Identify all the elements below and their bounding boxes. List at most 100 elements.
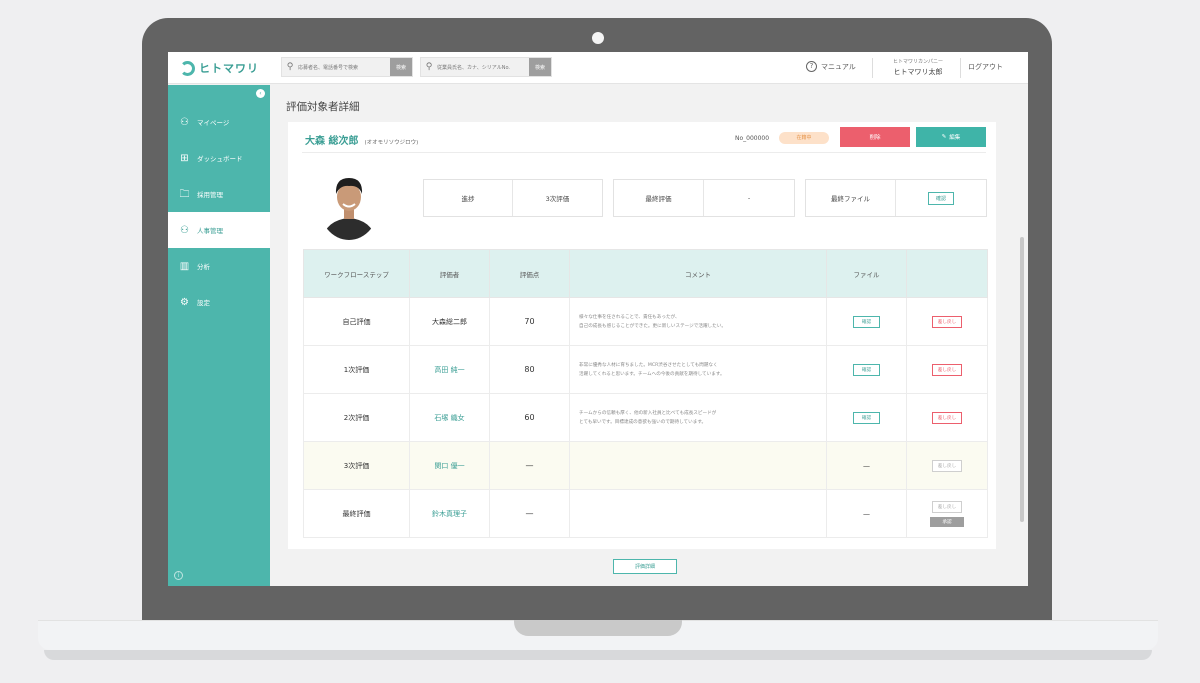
reviewer-link[interactable]: 鈴木真理子 (409, 489, 490, 538)
applicant-search-input[interactable]: 応募者名、電話番号で検索 (298, 64, 390, 71)
step-cell: 3次評価 (303, 441, 410, 490)
send-back-button: 差し戻し (931, 500, 963, 513)
col-header-step: ワークフローステップ (303, 249, 410, 298)
action-cell: 差し戻し 承認 (906, 489, 988, 538)
app-logo[interactable]: ヒトマワリ (180, 60, 259, 76)
comment-cell: 非常に優秀な人材に育ちました。MCR渋谷させたとしても問題なく 活躍してくれると… (569, 345, 827, 394)
col-header-score: 評価点 (489, 249, 570, 298)
score-cell: — (489, 489, 570, 538)
header-divider (960, 58, 961, 78)
file-cell: 確認 (826, 393, 907, 442)
file-cell: — (826, 441, 907, 490)
final-eval-value: - (747, 194, 751, 202)
file-confirm-button[interactable]: 確認 (852, 363, 881, 376)
company-name: ヒトマワリカンパニー (892, 59, 943, 65)
delete-button[interactable]: 削除 (840, 127, 910, 147)
info-icon[interactable]: i (174, 571, 183, 580)
employee-search-button[interactable]: 検索 (529, 58, 551, 76)
approve-button[interactable]: 承認 (930, 516, 964, 527)
col-header-file: ファイル (826, 249, 907, 298)
detail-card: 大森 総次郎 (オオモリソウジロウ) No_000000 在籍中 削除 ✎ 編集… (288, 122, 996, 549)
edit-label: 編集 (949, 135, 961, 141)
dashboard-icon: ⊞ (180, 152, 189, 164)
status-badge: 在籍中 (779, 132, 829, 144)
sidebar: ‹ ⚇ マイページ ⊞ ダッシュボード 🗀 採用管理 ⚇ 人事管理 ▥ 分析 ⚙… (168, 85, 270, 586)
sidebar-item-dashboard[interactable]: ⊞ ダッシュボード (168, 140, 270, 176)
search-icon: ⚲ (286, 62, 294, 72)
reviewer-link[interactable]: 関口 優一 (409, 441, 490, 490)
sidebar-item-mypage[interactable]: ⚇ マイページ (168, 104, 270, 140)
step-cell: 1次評価 (303, 345, 410, 394)
sidebar-item-label: 設定 (197, 299, 210, 307)
step-cell: 最終評価 (303, 489, 410, 538)
collapse-sidebar-icon[interactable]: ‹ (256, 89, 265, 98)
comment-line: チームからの信頼も厚く、他の新入社員と比べても成長スピードが (579, 410, 717, 416)
send-back-button[interactable]: 差し戻し (931, 363, 963, 376)
people-icon: ⚇ (180, 224, 189, 236)
sidebar-item-analytics[interactable]: ▥ 分析 (168, 248, 270, 284)
employee-number: No_000000 (735, 135, 770, 142)
comment-cell: 様々な仕事を任されることで、責任もあったが、 自己の成長も感じることができた。更… (569, 297, 827, 346)
folder-icon: 🗀 (179, 188, 190, 200)
manual-link[interactable]: ? マニュアル (806, 61, 856, 72)
table-row: 自己評価 大森総二郎 70 様々な仕事を任されることで、責任もあったが、 自己の… (303, 297, 988, 346)
header-divider (872, 58, 873, 78)
col-header-reviewer: 評価者 (409, 249, 490, 298)
action-cell: 差し戻し (906, 345, 988, 394)
score-cell: 80 (489, 345, 570, 394)
col-header-comment: コメント (569, 249, 827, 298)
file-confirm-button[interactable]: 確認 (852, 315, 881, 328)
send-back-button: 差し戻し (931, 459, 963, 472)
evaluation-detail-button[interactable]: 評価詳細 (613, 559, 677, 574)
logout-link[interactable]: ログアウト (968, 62, 1003, 72)
logo-mark-icon (180, 60, 195, 76)
score-cell: — (489, 441, 570, 490)
table-row: 最終評価 鈴木真理子 — — 差し戻し 承認 (303, 489, 988, 538)
webcam (592, 32, 604, 44)
chart-icon: ▥ (179, 260, 190, 272)
employee-search-input[interactable]: 従業員氏名、カナ、シリアルNo. (437, 64, 529, 71)
employee-name: 大森 総次郎 (305, 136, 359, 147)
send-back-button[interactable]: 差し戻し (931, 315, 963, 328)
file-cell: 確認 (826, 345, 907, 394)
file-cell: 確認 (826, 297, 907, 346)
action-cell: 差し戻し (906, 297, 988, 346)
col-header-action (906, 249, 988, 298)
account-info[interactable]: ヒトマワリカンパニー ヒトマワリ太郎 (880, 58, 956, 77)
final-file-cell: 確認 (896, 180, 986, 216)
action-cell: 差し戻し (906, 393, 988, 442)
sidebar-item-hr[interactable]: ⚇ 人事管理 (168, 212, 270, 248)
action-cell: 差し戻し (906, 441, 988, 490)
edit-icon: ✎ (941, 134, 947, 140)
comment-cell (569, 489, 827, 538)
progress-value: 3次評価 (545, 195, 570, 203)
gear-icon: ⚙ (180, 296, 189, 308)
comment-line: とても早いです。目標達成の意欲も強いので期待しています。 (579, 419, 707, 425)
file-cell: — (826, 489, 907, 538)
score-cell: 60 (489, 393, 570, 442)
file-confirm-button[interactable]: 確認 (852, 411, 881, 424)
final-eval-label: 最終評価 (614, 180, 704, 216)
applicant-search-button[interactable]: 検索 (390, 58, 412, 76)
sidebar-item-recruitment[interactable]: 🗀 採用管理 (168, 176, 270, 212)
user-name: ヒトマワリ太郎 (893, 68, 943, 76)
laptop-notch (514, 620, 682, 636)
final-file-confirm-button[interactable]: 確認 (927, 191, 954, 205)
step-cell: 2次評価 (303, 393, 410, 442)
edit-button[interactable]: ✎ 編集 (916, 127, 986, 147)
sidebar-item-label: 人事管理 (197, 227, 223, 235)
reviewer-link[interactable]: 高田 純一 (409, 345, 490, 394)
user-icon: ⚇ (180, 116, 189, 128)
reviewer-link[interactable]: 石塚 織女 (409, 393, 490, 442)
page-title: 評価対象者詳細 (286, 101, 360, 113)
comment-cell (569, 441, 827, 490)
send-back-button[interactable]: 差し戻し (931, 411, 963, 424)
sidebar-item-label: 分析 (197, 263, 210, 271)
sidebar-item-settings[interactable]: ⚙ 設定 (168, 284, 270, 320)
step-cell: 自己評価 (303, 297, 410, 346)
comment-cell: チームからの信頼も厚く、他の新入社員と比べても成長スピードが とても早いです。目… (569, 393, 827, 442)
employee-photo (318, 164, 380, 240)
delete-label: 削除 (869, 135, 881, 141)
scrollbar[interactable] (1020, 237, 1024, 522)
comment-line: 自己の成長も感じることができた。更に新しいステージで活躍したい。 (579, 323, 726, 329)
